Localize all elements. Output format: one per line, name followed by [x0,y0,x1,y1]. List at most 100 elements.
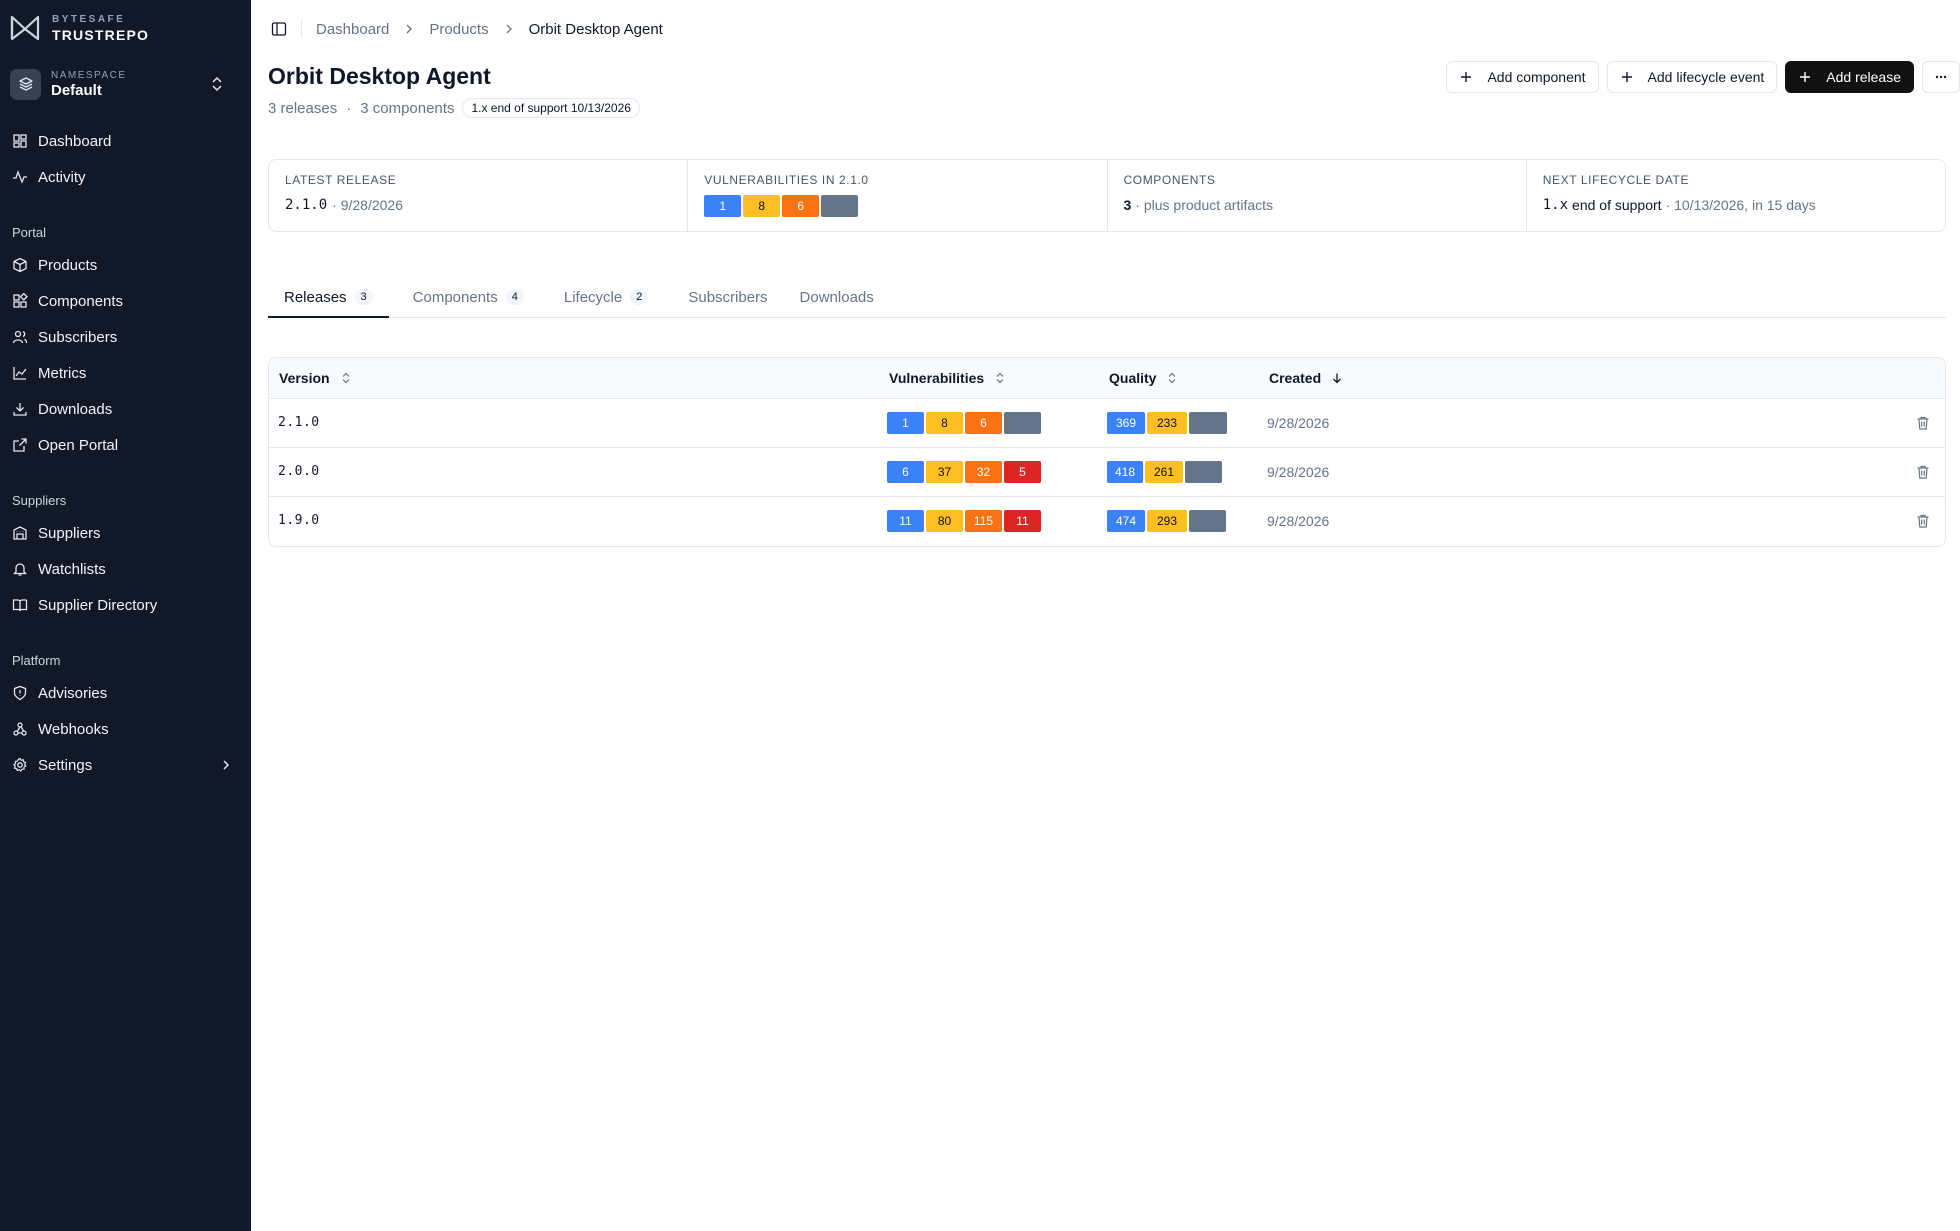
lifecycle-version: 1.x [1542,197,1569,213]
column-vulnerabilities[interactable]: Vulnerabilities [889,370,1006,386]
card-label: NEXT LIFECYCLE DATE [1542,173,1690,187]
column-version[interactable]: Version [279,370,352,386]
vuln-high: 6 [782,195,820,217]
vuln-critical: 5 [1004,461,1041,483]
nav-open-portal[interactable]: Open Portal [0,429,251,461]
release-count: 3 releases [268,99,338,117]
tab-label: Subscribers [688,289,768,306]
nav-advisories[interactable]: Advisories [0,677,251,709]
nav-settings[interactable]: Settings [0,749,251,781]
table-row[interactable]: 2.0.0 6 37 32 5 418 261 9/28/2026 [269,448,1945,497]
tab-lifecycle[interactable]: Lifecycle 2 [548,285,664,318]
brand-vendor: BYTESAFE [52,13,126,25]
vuln-medium: 80 [926,510,963,532]
nav-downloads[interactable]: Downloads [0,393,251,425]
quality-warn: 261 [1145,461,1183,483]
trash-icon[interactable] [1915,513,1931,529]
nav-section-platform: Platform [12,653,61,668]
summary-cards: LATEST RELEASE 2.1.0 · 9/28/2026 VULNERA… [268,159,1946,232]
vulnerability-bar: 11 80 115 11 [887,510,1041,532]
tab-releases[interactable]: Releases 3 [268,285,389,318]
latest-date: · 9/28/2026 [332,197,403,213]
table-row[interactable]: 2.1.0 1 8 6 369 233 9/28/2026 [269,399,1945,448]
releases-table: Version Vulnerabilities Quality Created … [268,357,1946,547]
nav-label: Supplier Directory [38,596,158,614]
tab-components[interactable]: Components 4 [397,285,540,318]
nav-activity[interactable]: Activity [0,161,251,193]
chevrons-updown-icon [212,76,222,92]
sidebar-toggle-icon[interactable] [271,21,287,37]
nav-supplier-directory[interactable]: Supplier Directory [0,589,251,621]
breadcrumb-current: Orbit Desktop Agent [528,20,663,38]
release-created: 9/28/2026 [1267,464,1330,480]
trash-icon[interactable] [1915,415,1931,431]
nav-watchlists[interactable]: Watchlists [0,553,251,585]
add-release-button[interactable]: Add release [1785,61,1914,93]
nav-dashboard[interactable]: Dashboard [0,125,251,157]
chevron-right-icon [506,24,512,34]
quality-bar: 474 293 [1107,510,1226,532]
quality-pass: 418 [1107,461,1143,483]
lifecycle-note: · 10/13/2026, in 15 days [1665,197,1816,213]
nav-label: Components [38,292,124,310]
chevron-right-icon [223,760,230,770]
column-label: Quality [1109,370,1157,386]
column-quality[interactable]: Quality [1109,370,1178,386]
nav-label: Products [38,256,98,274]
download-icon [13,403,27,416]
more-horizontal-icon [1935,75,1947,79]
external-link-icon [13,438,27,452]
breadcrumb-dashboard[interactable]: Dashboard [316,21,389,38]
nav-components[interactable]: Components [0,285,251,317]
vulnerability-bar: 6 37 32 5 [887,461,1041,483]
namespace-switcher[interactable]: NAMESPACE Default [10,65,240,103]
release-version[interactable]: 2.0.0 [278,464,320,479]
arrow-down-icon [1333,373,1342,384]
namespace-label: NAMESPACE [51,69,127,81]
release-version[interactable]: 2.1.0 [278,415,320,430]
lifecycle-badge: 1.x end of support 10/13/2026 [462,98,640,118]
column-created[interactable]: Created [1269,370,1343,386]
nav-label: Watchlists [38,560,106,578]
tab-count: 3 [354,289,373,305]
add-component-button[interactable]: Add component [1446,61,1599,93]
nav-label: Webhooks [38,720,109,738]
add-lifecycle-event-button[interactable]: Add lifecycle event [1606,61,1778,93]
vuln-medium: 8 [743,195,781,217]
table-row[interactable]: 1.9.0 11 80 115 11 474 293 9/28/2026 [269,497,1945,546]
chart-icon [13,367,27,380]
shield-icon [13,685,27,701]
more-actions-button[interactable] [1922,61,1960,93]
grid-icon [13,293,28,308]
nav-webhooks[interactable]: Webhooks [0,713,251,745]
tab-downloads[interactable]: Downloads [784,285,890,318]
dashboard-icon [13,134,27,148]
release-version[interactable]: 1.9.0 [278,513,320,528]
quality-other [1185,461,1222,483]
quality-other [1189,510,1226,532]
nav-products[interactable]: Products [0,249,251,281]
nav-suppliers[interactable]: Suppliers [0,517,251,549]
breadcrumb-products[interactable]: Products [429,21,488,38]
nav-label: Open Portal [38,436,119,454]
page-title: Orbit Desktop Agent [268,63,491,89]
nav-label: Suppliers [38,524,101,542]
page-actions: Add component Add lifecycle event Add re… [1446,61,1960,93]
tab-subscribers[interactable]: Subscribers [672,285,783,318]
sort-icon [342,372,350,384]
brand[interactable]: BYTESAFE TRUSTREPO [10,13,149,43]
users-icon [12,330,28,344]
gear-icon [13,757,27,772]
nav-metrics[interactable]: Metrics [0,357,251,389]
vuln-low: 6 [887,461,924,483]
table-header: Version Vulnerabilities Quality Created [269,358,1945,399]
tab-label: Components [412,289,498,306]
building-icon [13,526,27,540]
button-label: Add component [1487,69,1586,85]
button-label: Add release [1826,69,1901,85]
trash-icon[interactable] [1915,464,1931,480]
plus-icon [1461,72,1472,82]
quality-warn: 233 [1147,412,1187,434]
nav-subscribers[interactable]: Subscribers [0,321,251,353]
quality-bar: 369 233 [1107,412,1227,434]
